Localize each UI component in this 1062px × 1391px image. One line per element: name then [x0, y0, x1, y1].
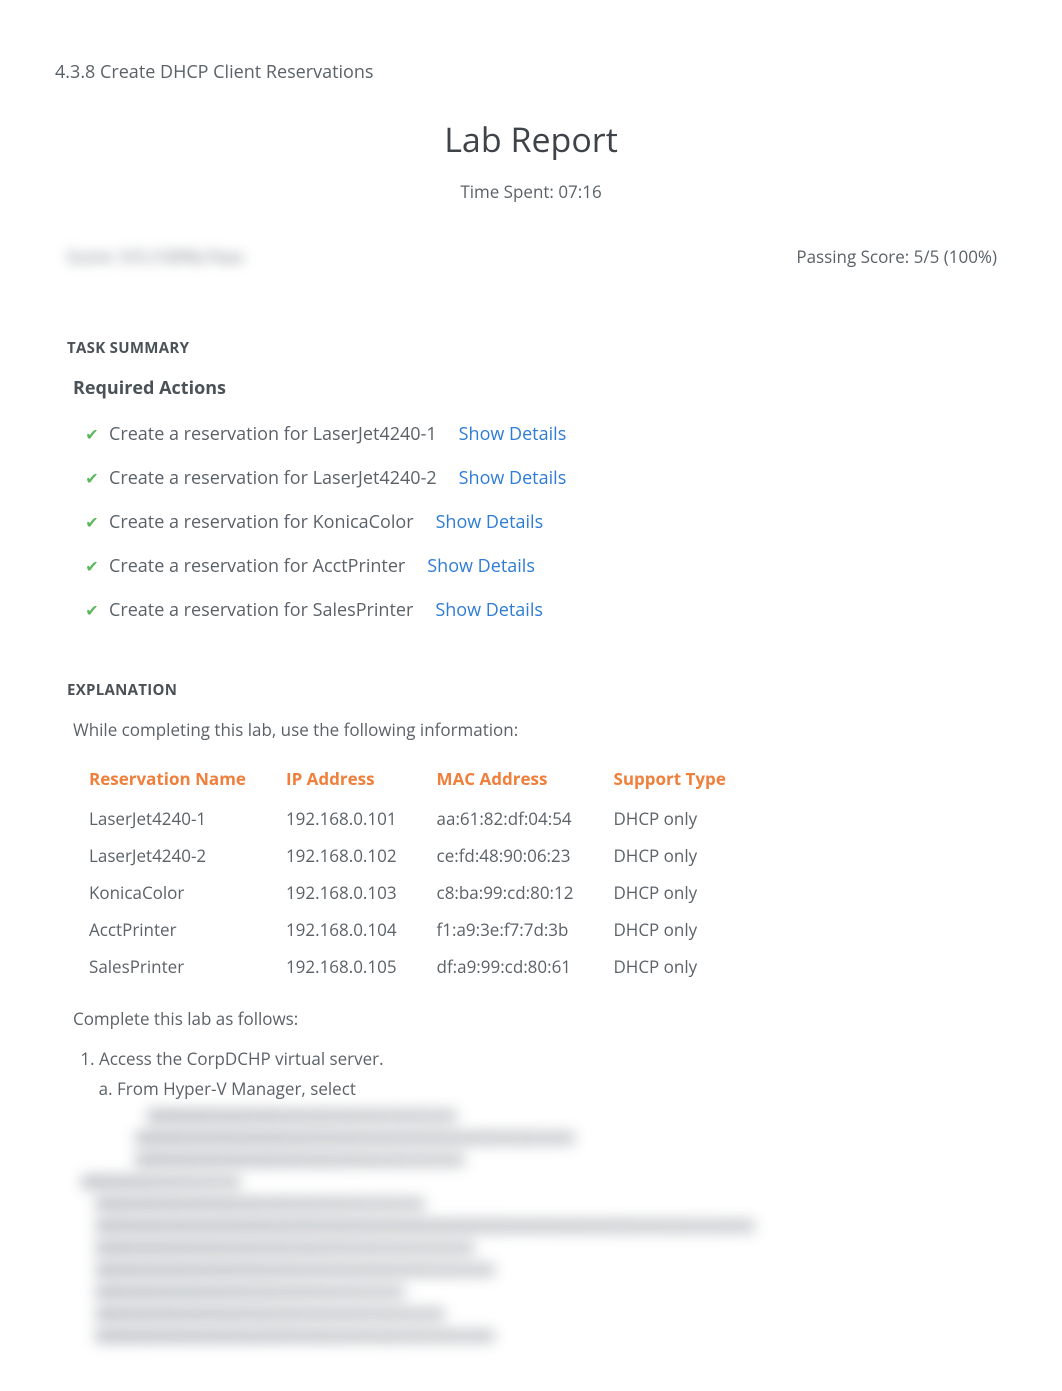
- cell-name: AcctPrinter: [73, 911, 270, 948]
- step-1: Access the CorpDCHP virtual server. From…: [99, 1046, 1007, 1167]
- explanation-heading: EXPLANATION: [67, 680, 1007, 700]
- cell-ip: 192.168.0.105: [270, 948, 421, 985]
- complete-lab-text: Complete this lab as follows:: [73, 1007, 1007, 1030]
- steps-list: Access the CorpDCHP virtual server. From…: [81, 1046, 1007, 1343]
- cell-name: KonicaColor: [73, 874, 270, 911]
- explanation-intro: While completing this lab, use the follo…: [73, 718, 1007, 741]
- table-row: LaserJet4240-2 192.168.0.102 ce:fd:48:90…: [73, 837, 750, 874]
- action-text: Create a reservation for SalesPrinter: [109, 598, 413, 622]
- time-spent: Time Spent: 07:16: [55, 180, 1007, 203]
- step-1a: From Hyper-V Manager, select: [117, 1076, 1007, 1168]
- th-ip-address: IP Address: [270, 757, 421, 800]
- cell-support: DHCP only: [597, 948, 749, 985]
- show-details-link[interactable]: Show Details: [435, 598, 543, 622]
- action-item: ✔ Create a reservation for LaserJet4240-…: [73, 412, 1007, 456]
- step-1a-text: From Hyper-V Manager, select: [117, 1077, 356, 1100]
- table-header-row: Reservation Name IP Address MAC Address …: [73, 757, 750, 800]
- cell-mac: ce:fd:48:90:06:23: [421, 837, 598, 874]
- blurred-content: [77, 1175, 1007, 1343]
- cell-mac: aa:61:82:df:04:54: [421, 800, 598, 837]
- th-support-type: Support Type: [597, 757, 749, 800]
- check-icon: ✔: [83, 555, 101, 577]
- table-row: SalesPrinter 192.168.0.105 df:a9:99:cd:8…: [73, 948, 750, 985]
- action-item: ✔ Create a reservation for SalesPrinter …: [73, 588, 1007, 632]
- th-mac-address: MAC Address: [421, 757, 598, 800]
- cell-support: DHCP only: [597, 837, 749, 874]
- required-actions-list: ✔ Create a reservation for LaserJet4240-…: [73, 412, 1007, 632]
- cell-name: LaserJet4240-2: [73, 837, 270, 874]
- cell-name: LaserJet4240-1: [73, 800, 270, 837]
- task-summary-heading: TASK SUMMARY: [67, 338, 1007, 358]
- check-icon: ✔: [83, 467, 101, 489]
- check-icon: ✔: [83, 423, 101, 445]
- table-row: AcctPrinter 192.168.0.104 f1:a9:3e:f7:7d…: [73, 911, 750, 948]
- cell-ip: 192.168.0.102: [270, 837, 421, 874]
- action-text: Create a reservation for LaserJet4240-2: [109, 466, 437, 490]
- cell-ip: 192.168.0.103: [270, 874, 421, 911]
- action-text: Create a reservation for AcctPrinter: [109, 554, 405, 578]
- page-heading: Lab Report: [55, 116, 1007, 162]
- blurred-content: [117, 1109, 1007, 1167]
- action-text: Create a reservation for LaserJet4240-1: [109, 422, 437, 446]
- required-actions-heading: Required Actions: [73, 376, 1007, 400]
- cell-mac: df:a9:99:cd:80:61: [421, 948, 598, 985]
- check-icon: ✔: [83, 511, 101, 533]
- cell-ip: 192.168.0.104: [270, 911, 421, 948]
- cell-support: DHCP only: [597, 874, 749, 911]
- cell-mac: c8:ba:99:cd:80:12: [421, 874, 598, 911]
- th-reservation-name: Reservation Name: [73, 757, 270, 800]
- check-icon: ✔: [83, 599, 101, 621]
- action-item: ✔ Create a reservation for AcctPrinter S…: [73, 544, 1007, 588]
- show-details-link[interactable]: Show Details: [459, 422, 567, 446]
- table-row: KonicaColor 192.168.0.103 c8:ba:99:cd:80…: [73, 874, 750, 911]
- show-details-link[interactable]: Show Details: [436, 510, 544, 534]
- action-text: Create a reservation for KonicaColor: [109, 510, 414, 534]
- score-value-blurred: Score: 5/5 (100%) Pass: [67, 245, 244, 268]
- breadcrumb-title: 4.3.8 Create DHCP Client Reservations: [55, 60, 1007, 84]
- cell-support: DHCP only: [597, 911, 749, 948]
- reservation-table: Reservation Name IP Address MAC Address …: [73, 757, 750, 985]
- cell-support: DHCP only: [597, 800, 749, 837]
- show-details-link[interactable]: Show Details: [459, 466, 567, 490]
- cell-name: SalesPrinter: [73, 948, 270, 985]
- cell-ip: 192.168.0.101: [270, 800, 421, 837]
- show-details-link[interactable]: Show Details: [427, 554, 535, 578]
- step-1-text: Access the CorpDCHP virtual server.: [99, 1047, 384, 1070]
- action-item: ✔ Create a reservation for KonicaColor S…: [73, 500, 1007, 544]
- table-row: LaserJet4240-1 192.168.0.101 aa:61:82:df…: [73, 800, 750, 837]
- action-item: ✔ Create a reservation for LaserJet4240-…: [73, 456, 1007, 500]
- score-row: Score: 5/5 (100%) Pass Passing Score: 5/…: [55, 245, 1007, 268]
- passing-score: Passing Score: 5/5 (100%): [796, 245, 997, 268]
- cell-mac: f1:a9:3e:f7:7d:3b: [421, 911, 598, 948]
